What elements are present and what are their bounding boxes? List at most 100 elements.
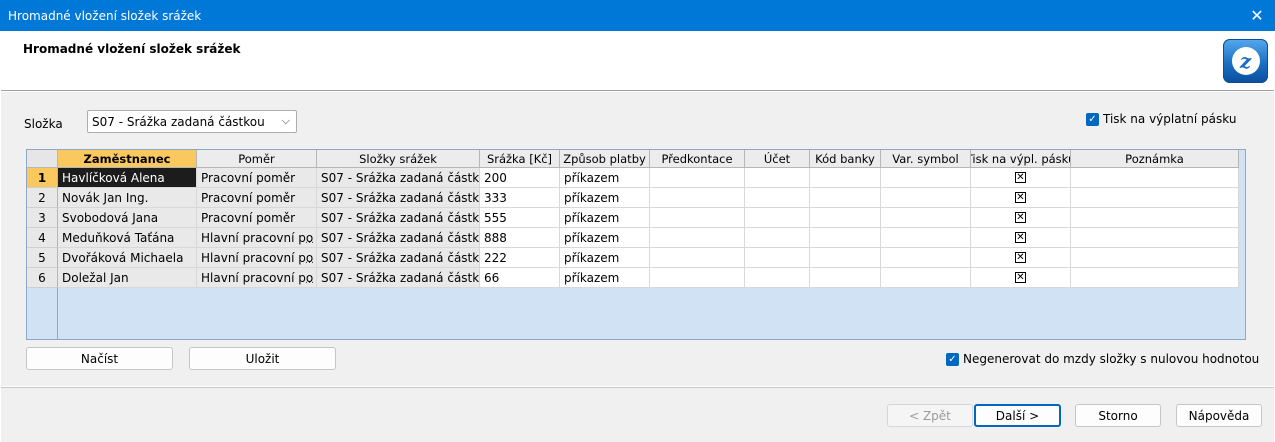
- negenerovat-checkbox[interactable]: ✓: [946, 352, 959, 366]
- cell-pomer[interactable]: Pracovní poměr: [197, 168, 317, 188]
- cell-srazka[interactable]: 333: [480, 188, 560, 208]
- help-button[interactable]: Nápověda: [1176, 404, 1262, 427]
- tisk-row-checkbox[interactable]: ✕: [1015, 252, 1026, 263]
- cell-kod-banky[interactable]: [810, 248, 881, 268]
- row-number[interactable]: 5: [27, 248, 58, 268]
- cell-poznamka[interactable]: [1071, 208, 1239, 228]
- cell-ucet[interactable]: [745, 188, 810, 208]
- cell-predkontace[interactable]: [650, 208, 745, 228]
- cell-kod-banky[interactable]: [810, 208, 881, 228]
- cell-poznamka[interactable]: [1071, 248, 1239, 268]
- cell-predkontace[interactable]: [650, 268, 745, 288]
- cell-zamestnanec[interactable]: Dvořáková Michaela: [58, 248, 197, 268]
- cell-zpusob[interactable]: příkazem: [560, 168, 650, 188]
- cell-poznamka[interactable]: [1071, 188, 1239, 208]
- col-header-pomer[interactable]: Poměr: [197, 150, 317, 168]
- row-number[interactable]: 1: [27, 168, 58, 188]
- tisk-checkbox[interactable]: ✓: [1086, 112, 1099, 126]
- cell-pomer[interactable]: Pracovní poměr: [197, 208, 317, 228]
- cell-ucet[interactable]: [745, 168, 810, 188]
- cell-var-symbol[interactable]: [881, 168, 971, 188]
- tisk-row-checkbox[interactable]: ✕: [1015, 232, 1026, 243]
- cell-zamestnanec[interactable]: Doležal Jan: [58, 268, 197, 288]
- col-header-poznamka[interactable]: Poznámka: [1071, 150, 1239, 168]
- cancel-button[interactable]: Storno: [1075, 404, 1161, 427]
- row-number[interactable]: 2: [27, 188, 58, 208]
- cell-tisk[interactable]: ✕: [971, 188, 1071, 208]
- cell-tisk[interactable]: ✕: [971, 268, 1071, 288]
- cell-srazka[interactable]: 222: [480, 248, 560, 268]
- col-header-kod-banky[interactable]: Kód banky: [810, 150, 881, 168]
- back-button[interactable]: < Zpět: [887, 404, 973, 427]
- cell-ucet[interactable]: [745, 208, 810, 228]
- cell-var-symbol[interactable]: [881, 248, 971, 268]
- cell-kod-banky[interactable]: [810, 228, 881, 248]
- cell-predkontace[interactable]: [650, 248, 745, 268]
- slozka-select[interactable]: S07 - Srážka zadaná částkou ⌵: [87, 110, 297, 133]
- cell-slozka[interactable]: S07 - Srážka zadaná částkou: [317, 268, 480, 288]
- cell-predkontace[interactable]: [650, 228, 745, 248]
- cell-slozka[interactable]: S07 - Srážka zadaná částkou: [317, 188, 480, 208]
- cell-poznamka[interactable]: [1071, 268, 1239, 288]
- col-header-zamestnanec[interactable]: Zaměstnanec: [58, 150, 197, 168]
- next-button[interactable]: Další >: [974, 404, 1061, 427]
- col-header-var-symbol[interactable]: Var. symbol: [881, 150, 971, 168]
- cell-zpusob[interactable]: příkazem: [560, 188, 650, 208]
- cell-tisk[interactable]: ✕: [971, 248, 1071, 268]
- cell-slozka[interactable]: S07 - Srážka zadaná částkou: [317, 248, 480, 268]
- col-header-srazka[interactable]: Srážka [Kč]: [480, 150, 560, 168]
- cell-pomer[interactable]: Hlavní pracovní po…: [197, 268, 317, 288]
- cell-tisk[interactable]: ✕: [971, 168, 1071, 188]
- cell-pomer[interactable]: Pracovní poměr: [197, 188, 317, 208]
- cell-pomer[interactable]: Hlavní pracovní po…: [197, 248, 317, 268]
- cell-var-symbol[interactable]: [881, 188, 971, 208]
- cell-poznamka[interactable]: [1071, 228, 1239, 248]
- tisk-row-checkbox[interactable]: ✕: [1015, 172, 1026, 183]
- col-header-slozky[interactable]: Složky srážek: [317, 150, 480, 168]
- tisk-row-checkbox[interactable]: ✕: [1015, 272, 1026, 283]
- cell-tisk[interactable]: ✕: [971, 208, 1071, 228]
- tisk-row-checkbox[interactable]: ✕: [1015, 212, 1026, 223]
- cell-zpusob[interactable]: příkazem: [560, 248, 650, 268]
- cell-zamestnanec[interactable]: Meduňková Taťána: [58, 228, 197, 248]
- cell-kod-banky[interactable]: [810, 188, 881, 208]
- cell-srazka[interactable]: 200: [480, 168, 560, 188]
- cell-predkontace[interactable]: [650, 188, 745, 208]
- cell-zpusob[interactable]: příkazem: [560, 228, 650, 248]
- row-number[interactable]: 6: [27, 268, 58, 288]
- col-header-predkontace[interactable]: Předkontace: [650, 150, 745, 168]
- close-icon[interactable]: ✕: [1247, 5, 1267, 25]
- cell-predkontace[interactable]: [650, 168, 745, 188]
- cell-zamestnanec[interactable]: Svobodová Jana: [58, 208, 197, 228]
- cell-slozka[interactable]: S07 - Srážka zadaná částkou: [317, 168, 480, 188]
- cell-poznamka[interactable]: [1071, 168, 1239, 188]
- cell-kod-banky[interactable]: [810, 268, 881, 288]
- cell-srazka[interactable]: 888: [480, 228, 560, 248]
- cell-zpusob[interactable]: příkazem: [560, 208, 650, 228]
- cell-ucet[interactable]: [745, 248, 810, 268]
- tisk-row-checkbox[interactable]: ✕: [1015, 192, 1026, 203]
- cell-tisk[interactable]: ✕: [971, 228, 1071, 248]
- cell-kod-banky[interactable]: [810, 168, 881, 188]
- ulozit-button[interactable]: Uložit: [189, 347, 336, 370]
- cell-var-symbol[interactable]: [881, 268, 971, 288]
- row-number[interactable]: 4: [27, 228, 58, 248]
- cell-var-symbol[interactable]: [881, 228, 971, 248]
- cell-slozka[interactable]: S07 - Srážka zadaná částkou: [317, 228, 480, 248]
- cell-ucet[interactable]: [745, 268, 810, 288]
- cell-var-symbol[interactable]: [881, 208, 971, 228]
- cell-zpusob[interactable]: příkazem: [560, 268, 650, 288]
- cell-zamestnanec[interactable]: Havlíčková Alena: [58, 168, 197, 188]
- tisk-checkbox-group[interactable]: ✓ Tisk na výplatní pásku: [1086, 112, 1236, 126]
- negenerovat-checkbox-group[interactable]: ✓ Negenerovat do mzdy složky s nulovou h…: [946, 352, 1259, 366]
- cell-srazka[interactable]: 66: [480, 268, 560, 288]
- col-header-ucet[interactable]: Účet: [745, 150, 810, 168]
- nacist-button[interactable]: Načíst: [26, 347, 173, 370]
- col-header-zpusob[interactable]: Způsob platby: [560, 150, 650, 168]
- cell-ucet[interactable]: [745, 228, 810, 248]
- cell-slozka[interactable]: S07 - Srážka zadaná částkou: [317, 208, 480, 228]
- col-header-tisk[interactable]: Tisk na výpl. pásku: [971, 150, 1071, 168]
- cell-zamestnanec[interactable]: Novák Jan Ing.: [58, 188, 197, 208]
- cell-srazka[interactable]: 555: [480, 208, 560, 228]
- deductions-grid[interactable]: Zaměstnanec Poměr Složky srážek Srážka […: [26, 149, 1246, 340]
